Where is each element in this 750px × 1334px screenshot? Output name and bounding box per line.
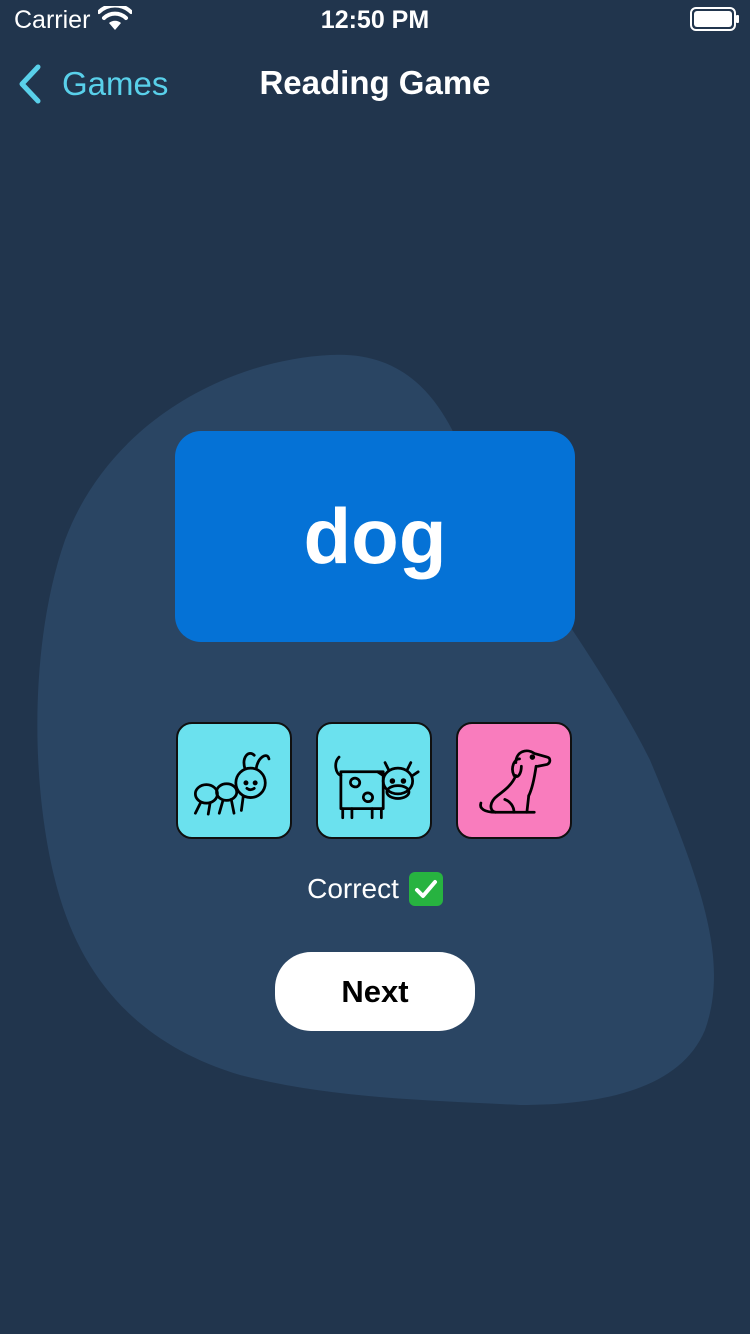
cow-icon — [334, 755, 420, 819]
feedback-message: Correct — [0, 872, 750, 906]
background-blob — [37, 354, 714, 1106]
next-button-label: Next — [341, 973, 409, 1009]
word-card: dog — [175, 431, 575, 642]
check-mark-icon — [408, 872, 443, 906]
option-dog[interactable] — [456, 722, 572, 839]
status-time: 12:50 PM — [320, 6, 430, 34]
ant-icon — [193, 751, 271, 815]
feedback-text: Correct — [307, 873, 399, 904]
page-title: Reading Game — [259, 64, 491, 101]
dog-icon — [479, 749, 552, 814]
status-bar: Carrier 12:50 PM — [0, 0, 750, 40]
next-button[interactable]: Next — [275, 952, 475, 1031]
option-ant[interactable] — [176, 722, 292, 839]
battery-icon — [690, 7, 739, 31]
target-word: dog — [303, 492, 447, 580]
option-cow[interactable] — [316, 722, 432, 839]
